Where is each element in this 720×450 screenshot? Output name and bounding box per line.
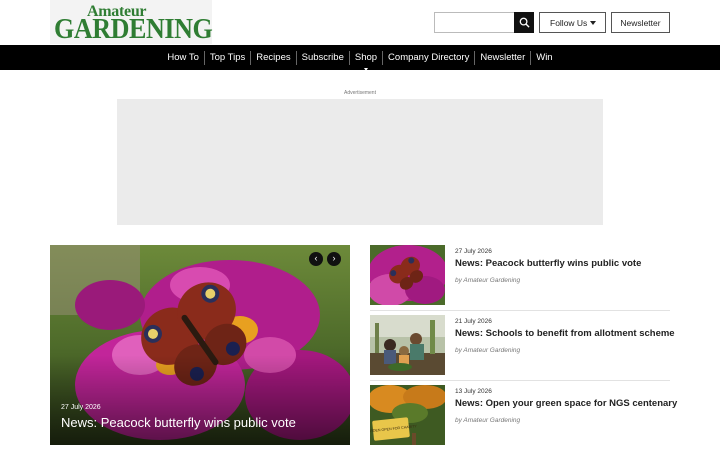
search-icon — [519, 17, 530, 28]
nav-item-subscribe[interactable]: Subscribe — [297, 51, 349, 65]
newsletter-button[interactable]: Newsletter — [611, 12, 670, 33]
allotment-children-image — [370, 315, 445, 375]
nav-item-shop[interactable]: Shop — [350, 51, 382, 71]
article-thumbnail[interactable]: GARDEN OPEN FOR CHARITY — [370, 385, 445, 445]
carousel-prev-button[interactable]: ‹ — [309, 252, 323, 266]
article-title[interactable]: News: Peacock butterfly wins public vote — [455, 258, 641, 269]
hero-title[interactable]: News: Peacock butterfly wins public vote — [61, 415, 296, 430]
butterfly-image — [370, 245, 445, 305]
article-byline: by Amateur Gardening — [455, 277, 521, 284]
search-input[interactable] — [434, 12, 514, 33]
nav-item-newsletter[interactable]: Newsletter — [475, 51, 530, 65]
logo-line2: GARDENING — [54, 13, 213, 45]
hero-date: 27 July 2026 — [61, 404, 101, 411]
search-button[interactable] — [514, 12, 534, 33]
article-byline: by Amateur Gardening — [455, 347, 521, 354]
garden-open-sign-image: GARDEN OPEN FOR CHARITY — [370, 385, 445, 445]
article-byline: by Amateur Gardening — [455, 417, 521, 424]
advertisement-slot[interactable] — [117, 99, 603, 225]
site-header: Amateur GARDENING Follow Us Newsletter — [0, 0, 720, 45]
nav-item-win[interactable]: Win — [531, 51, 557, 65]
site-logo[interactable]: Amateur GARDENING — [50, 0, 213, 45]
nav-item-top-tips[interactable]: Top Tips — [205, 51, 250, 65]
newsletter-label: Newsletter — [620, 17, 661, 28]
article-thumbnail[interactable] — [370, 315, 445, 375]
article-title[interactable]: News: Schools to benefit from allotment … — [455, 328, 675, 339]
article-card[interactable]: 27 July 2026 News: Peacock butterfly win… — [370, 245, 670, 305]
main-nav: How To Top Tips Recipes Subscribe Shop C… — [0, 45, 720, 71]
article-thumbnail[interactable] — [370, 245, 445, 305]
article-title[interactable]: News: Open your green space for NGS cent… — [455, 398, 677, 409]
advertisement-label: Advertisement — [344, 90, 376, 96]
follow-us-button[interactable]: Follow Us — [539, 12, 606, 33]
article-date: 13 July 2026 — [455, 388, 492, 395]
nav-item-how-to[interactable]: How To — [162, 51, 204, 65]
divider — [370, 380, 670, 381]
article-card[interactable]: 21 July 2026 News: Schools to benefit fr… — [370, 315, 675, 375]
chevron-down-icon — [590, 21, 596, 25]
dropdown-arrow-icon — [363, 67, 368, 71]
divider — [370, 310, 670, 311]
article-date: 21 July 2026 — [455, 318, 492, 325]
article-card[interactable]: GARDEN OPEN FOR CHARITY 13 July 2026 New… — [370, 385, 677, 445]
nav-item-shop-label: Shop — [354, 51, 378, 63]
article-date: 27 July 2026 — [455, 248, 492, 255]
nav-item-recipes[interactable]: Recipes — [251, 51, 295, 65]
follow-us-label: Follow Us — [550, 17, 588, 28]
carousel-next-button[interactable]: › — [327, 252, 341, 266]
nav-item-company-directory[interactable]: Company Directory — [383, 51, 474, 65]
